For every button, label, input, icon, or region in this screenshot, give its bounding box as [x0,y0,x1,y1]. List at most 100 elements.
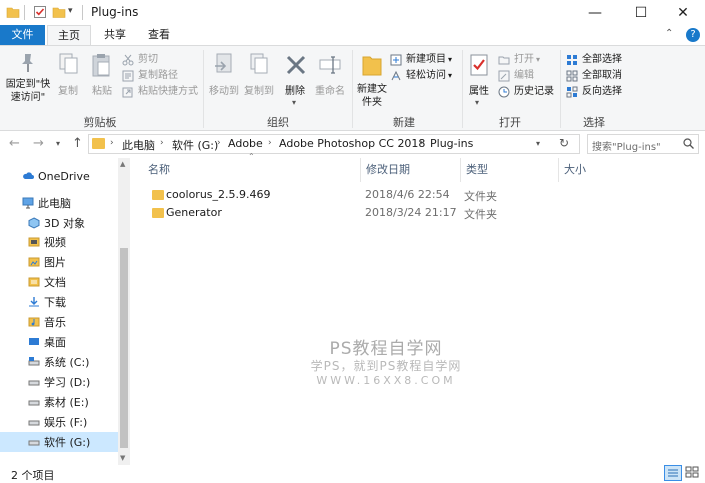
select-all-button[interactable]: 全部选择 [566,52,622,68]
cube-icon [28,217,40,229]
history-button[interactable]: 历史记录 [498,84,554,100]
file-name: Generator [166,206,222,219]
breadcrumb-drive[interactable]: 软件 (G:) [172,137,218,153]
invert-selection-button[interactable]: 反向选择 [566,84,622,100]
details-view-button[interactable] [664,465,682,481]
chevron-right-icon[interactable]: › [110,138,114,148]
address-bar[interactable]: › 此电脑 › 软件 (G:) › Adobe › Adobe Photosho… [88,134,580,154]
chevron-right-icon[interactable]: › [268,138,272,148]
new-folder-quick-icon[interactable] [52,5,66,19]
nav-item-drive-c[interactable]: 系统 (C:) [0,352,118,372]
forward-arrow-icon[interactable]: → [33,136,44,151]
up-arrow-icon[interactable]: ↑ [72,136,83,151]
copy-icon [59,53,78,74]
rename-icon [319,56,341,74]
nav-item-drive-g[interactable]: 软件 (G:) [0,432,118,452]
chevron-right-icon[interactable]: › [160,138,164,148]
breadcrumb-adobe[interactable]: Adobe [228,137,263,150]
select-none-icon [566,70,578,82]
easy-access-button[interactable]: 轻松访问 ▾ [390,68,452,84]
move-to-button[interactable]: 移动到 [207,50,241,100]
column-type[interactable]: 类型 [461,158,559,182]
search-placeholder: 搜索"Plug-ins" [592,142,661,153]
chevron-right-icon[interactable]: › [420,138,424,148]
tab-home[interactable]: 主页 [47,25,91,46]
move-to-icon [215,53,232,73]
help-icon[interactable]: ? [686,28,700,42]
table-row[interactable]: Generator 2018/3/24 21:17 文件夹 [146,204,691,222]
search-input[interactable]: 搜索"Plug-ins" [587,134,699,154]
nav-item-drive-f[interactable]: 娱乐 (F:) [0,412,118,432]
tab-file[interactable]: 文件 [0,25,45,45]
address-dropdown-icon[interactable]: ▾ [536,139,540,148]
item-count: 2 个项目 [11,469,55,482]
file-modified: 2018/4/6 22:54 [365,188,450,201]
collapse-ribbon-icon[interactable]: ⌃ [665,28,673,39]
copy-label: 复制 [58,86,78,97]
nav-item-onedrive[interactable]: OneDrive [0,166,118,186]
nav-item-music[interactable]: 音乐 [0,312,118,332]
breadcrumb-this-pc[interactable]: 此电脑 [122,137,155,153]
file-name: coolorus_2.5.9.469 [166,188,271,201]
select-none-button[interactable]: 全部取消 [566,68,622,84]
paste-shortcut-icon [122,87,133,98]
open-button[interactable]: 打开 ▾ [498,52,540,68]
breadcrumb-plugins[interactable]: Plug-ins [430,137,473,150]
table-row[interactable]: coolorus_2.5.9.469 2018/4/6 22:54 文件夹 [146,186,691,204]
nav-item-videos[interactable]: 视频 [0,232,118,252]
drive-icon [28,380,40,386]
maximize-button[interactable]: ☐ [618,0,664,25]
address-bar-row: ← → ▾ ↑ › 此电脑 › 软件 (G:) › Adobe › Adobe … [0,132,705,156]
drive-icon [28,420,40,426]
refresh-icon[interactable]: ↻ [559,136,569,150]
column-size[interactable]: 大小 [559,158,659,182]
nav-item-drive-d[interactable]: 学习 (D:) [0,372,118,392]
folder-icon [92,138,105,149]
nav-item-drive-e[interactable]: 素材 (E:) [0,392,118,412]
paste-shortcut-button[interactable]: 粘贴快捷方式 [122,84,198,100]
paste-button[interactable]: 粘贴 [86,50,118,100]
scrollbar-thumb[interactable] [120,248,128,448]
copy-to-button[interactable]: 复制到 [242,50,276,100]
file-list: 名称 ⌃ 修改日期 类型 大小 coolorus_2.5.9.469 2018/… [131,152,705,465]
scroll-up-icon[interactable]: ▲ [120,160,125,168]
nav-scrollbar[interactable]: ▲ ▼ [118,158,130,465]
back-arrow-icon[interactable]: ← [9,136,20,151]
edit-icon [498,70,510,82]
watermark-title: PS教程自学网 [329,339,443,359]
tab-view[interactable]: 查看 [139,25,179,45]
copy-path-button[interactable]: 复制路径 [122,68,178,84]
nav-item-this-pc[interactable]: 此电脑 [0,193,118,213]
delete-dropdown-icon[interactable]: ▾ [292,98,296,107]
column-modified[interactable]: 修改日期 [361,158,461,182]
chevron-right-icon[interactable]: › [217,138,221,148]
properties-dropdown-icon[interactable]: ▾ [475,98,479,107]
new-item-button[interactable]: 新建项目 ▾ [390,52,452,68]
nav-item-3d-objects[interactable]: 3D 对象 [0,213,118,233]
cut-button[interactable]: 剪切 [122,52,158,68]
edit-button[interactable]: 编辑 [498,68,534,84]
tab-share[interactable]: 共享 [95,25,135,45]
breadcrumb-photoshop[interactable]: Adobe Photoshop CC 2018 [279,137,425,150]
customize-quick-access-icon[interactable]: ▾ [68,6,73,16]
rename-button[interactable]: 重命名 [312,50,348,100]
desktop-icon [29,338,39,345]
new-folder-button[interactable]: 新建文件夹 [354,50,390,112]
recent-locations-icon[interactable]: ▾ [56,139,60,148]
pin-quick-access-button[interactable]: 固定到"快速访问" [4,50,50,112]
scroll-down-icon[interactable]: ▼ [120,454,125,462]
properties-button[interactable]: 属性 ▾ [464,50,494,107]
nav-item-documents[interactable]: 文档 [0,272,118,292]
minimize-button[interactable]: — [572,0,618,25]
nav-item-pictures[interactable]: 图片 [0,252,118,272]
column-name[interactable]: 名称 [143,158,361,182]
easy-access-label: 轻松访问 [406,70,446,81]
delete-button[interactable]: 删除 ▾ [280,50,310,107]
copy-button[interactable]: 复制 [52,50,84,100]
nav-item-downloads[interactable]: 下载 [0,292,118,312]
large-icons-view-button[interactable] [684,465,702,481]
rename-label: 重命名 [315,86,345,97]
nav-item-desktop[interactable]: 桌面 [0,332,118,352]
properties-quick-icon[interactable] [33,5,47,19]
close-button[interactable]: ✕ [660,0,705,25]
